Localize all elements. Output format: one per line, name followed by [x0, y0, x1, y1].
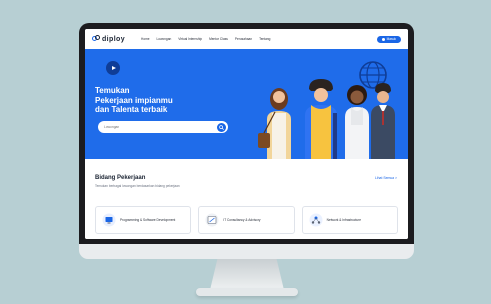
consultancy-icon	[205, 213, 219, 227]
monitor-base	[196, 288, 298, 296]
monitor-chin	[79, 244, 414, 259]
category-label: Programming & Software Development	[120, 218, 176, 222]
user-icon	[381, 37, 385, 41]
network-icon	[309, 213, 323, 227]
section-title: Bidang Pekerjaan	[95, 175, 146, 181]
nav-item-virtual-internship[interactable]: Virtual Internship	[178, 37, 202, 41]
hero-title-line-1: Temukan	[95, 86, 130, 95]
monitor-screen: diploy Home Lowongan Virtual Internship …	[85, 29, 408, 239]
hero-title-line-3: dan Talenta terbaik	[95, 105, 168, 114]
login-label: Masuk	[386, 37, 396, 41]
hero-banner: Temukan Pekerjaan impianmu dan Talenta t…	[85, 49, 408, 159]
see-all-link[interactable]: Lihat Semua >	[375, 176, 397, 180]
person-man-center-figure	[305, 79, 337, 159]
category-card-consultancy[interactable]: IT Consultancy & Advisory	[198, 206, 295, 234]
hero-people-illustration	[258, 61, 395, 159]
programming-icon	[102, 213, 116, 227]
nav-item-home[interactable]: Home	[141, 37, 150, 41]
category-card-programming[interactable]: Programming & Software Development	[95, 206, 192, 234]
top-navbar: diploy Home Lowongan Virtual Internship …	[85, 29, 408, 49]
brand-name: diploy	[102, 35, 126, 43]
search-button[interactable]	[217, 122, 226, 132]
category-cards: Programming & Software Development IT Co…	[95, 206, 398, 234]
section-subtitle: Temukan berbagai lowongan berdasarkan bi…	[95, 184, 180, 188]
nav-item-perusahaan[interactable]: Perusahaan	[235, 37, 252, 41]
job-field-section: Bidang Pekerjaan Temukan berbagai lowong…	[85, 159, 408, 239]
play-video-button[interactable]	[106, 61, 120, 75]
brand-logo[interactable]: diploy	[92, 35, 125, 43]
person-woman-dark-figure	[345, 85, 369, 159]
play-icon	[111, 66, 116, 70]
search-icon	[219, 124, 224, 130]
category-label: Network & Infrastructure	[326, 218, 362, 222]
monitor-stand	[210, 259, 284, 290]
person-man-suit-figure	[371, 83, 395, 159]
job-search-input[interactable]	[104, 125, 217, 129]
diploy-logo-icon	[92, 35, 100, 43]
nav-item-mentor-class[interactable]: Mentor Class	[209, 37, 228, 41]
hero-title-line-2: Pekerjaan impianmu	[95, 95, 173, 105]
category-card-network[interactable]: Network & Infrastructure	[301, 206, 398, 234]
login-button[interactable]: Masuk	[376, 35, 401, 43]
job-search-bar	[98, 121, 228, 133]
hero-title: Temukan Pekerjaan impianmu dan Talenta t…	[95, 86, 235, 115]
nav-item-lowongan[interactable]: Lowongan	[157, 37, 172, 41]
category-label: IT Consultancy & Advisory	[223, 218, 261, 222]
nav-item-tentang[interactable]: Tentang	[259, 37, 270, 41]
main-menu: Home Lowongan Virtual Internship Mentor …	[141, 37, 270, 41]
person-woman-figure	[258, 88, 291, 159]
